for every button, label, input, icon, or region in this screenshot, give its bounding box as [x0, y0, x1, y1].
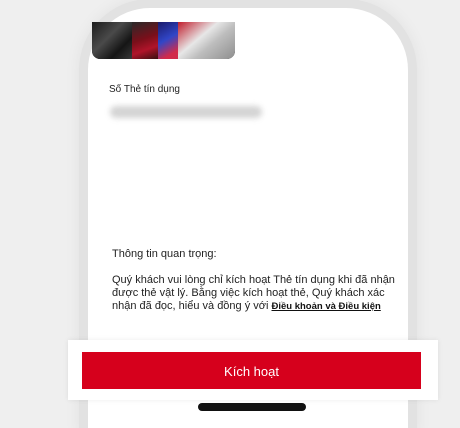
card-number-label: Số Thẻ tín dụng: [109, 84, 180, 95]
info-body: Quý khách vui lòng chỉ kích hoạt Thẻ tín…: [112, 274, 400, 313]
home-indicator: [198, 403, 306, 411]
terms-link[interactable]: Điều khoản và Điều kiện: [272, 301, 381, 312]
card-number-masked: [110, 106, 262, 118]
activate-button[interactable]: Kích hoạt: [82, 352, 421, 389]
card-image: [92, 22, 235, 59]
info-title: Thông tin quan trọng:: [112, 248, 217, 260]
